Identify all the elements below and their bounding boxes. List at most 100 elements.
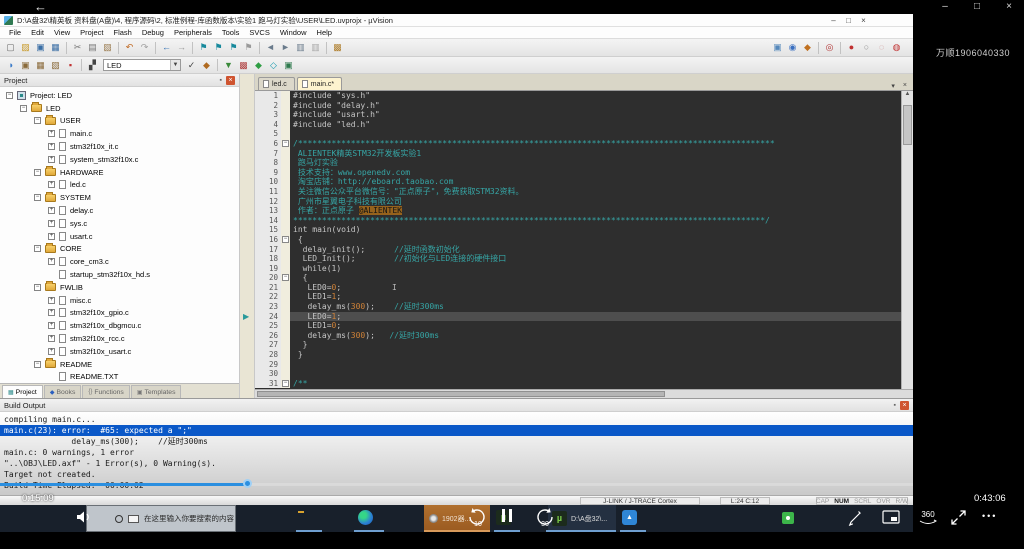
fold-collapse-icon[interactable]: − — [282, 236, 289, 243]
tree-item-startup-stm32f10x-hd-s[interactable]: startup_stm32f10x_hd.s — [0, 268, 239, 281]
build-log-line[interactable]: compiling main.c... — [0, 414, 913, 425]
code-line-18[interactable]: 18 LED_Init(); //初始化与LED连接的硬件接口 — [255, 254, 913, 264]
build-error-line[interactable]: main.c(23): error: #65: expected a ";" — [0, 425, 913, 436]
tree-expander-icon[interactable]: + — [48, 348, 55, 355]
menu-flash[interactable]: Flash — [109, 27, 137, 39]
volume-icon[interactable] — [76, 510, 92, 529]
tree-expander-icon[interactable]: − — [34, 284, 41, 291]
tab-list-dropdown-icon[interactable]: ▾ — [891, 82, 895, 90]
panel-tab-functions[interactable]: {}Functions — [82, 385, 129, 398]
tree-expander-icon[interactable]: − — [34, 117, 41, 124]
tree-item-misc-c[interactable]: +misc.c — [0, 294, 239, 307]
tree-item-led[interactable]: −LED — [0, 102, 239, 115]
bookmark-prev-icon[interactable]: ⚑ — [212, 41, 225, 54]
breakpoint-kill-all-icon[interactable]: ◍ — [890, 41, 903, 54]
uvision-minimize-icon[interactable]: – — [826, 14, 841, 27]
progress-handle[interactable] — [243, 479, 252, 488]
menu-help[interactable]: Help — [312, 27, 337, 39]
fullscreen-icon[interactable] — [950, 509, 967, 531]
menu-window[interactable]: Window — [275, 27, 312, 39]
binoculars-icon[interactable]: ▞ — [86, 59, 99, 72]
tree-item-led-c[interactable]: +led.c — [0, 179, 239, 192]
flash-erase-icon[interactable]: ▩ — [237, 59, 250, 72]
tree-item-user[interactable]: −USER — [0, 115, 239, 128]
menu-view[interactable]: View — [49, 27, 75, 39]
build-log-line[interactable]: Target not created. — [0, 469, 913, 480]
tab-close-icon[interactable]: × — [903, 82, 907, 90]
copy-icon[interactable]: ▤ — [86, 41, 99, 54]
code-line-9[interactable]: 9 技术支持：www.openedv.com — [255, 168, 913, 178]
tree-item-sys-c[interactable]: +sys.c — [0, 217, 239, 230]
tree-expander-icon[interactable]: + — [48, 156, 55, 163]
comment-selection-icon[interactable]: ▥ — [294, 41, 307, 54]
panel-tab-project[interactable]: ▦Project — [2, 385, 43, 398]
tree-expander-icon[interactable]: − — [34, 169, 41, 176]
code-line-21[interactable]: 21 LED0=0;I — [255, 283, 913, 293]
manage-rte-icon[interactable]: ◆ — [252, 59, 265, 72]
tree-item-core-cm3-c[interactable]: +core_cm3.c — [0, 255, 239, 268]
maximize-icon[interactable]: □ — [970, 0, 984, 14]
menu-tools[interactable]: Tools — [217, 27, 245, 39]
tree-expander-icon[interactable]: + — [48, 309, 55, 316]
code-line-11[interactable]: 11 关注微信公众平台微信号："正点原子"，免费获取STM32资料。 — [255, 187, 913, 197]
tree-item-system-stm32f10x-c[interactable]: +system_stm32f10x.c — [0, 153, 239, 166]
code-line-22[interactable]: 22 LED1=1; — [255, 292, 913, 302]
tree-expander-icon[interactable]: + — [48, 143, 55, 150]
save-all-icon[interactable]: ▦ — [49, 41, 62, 54]
splitter-collapse-icon[interactable]: ▶ — [243, 312, 249, 321]
tree-expander-icon[interactable]: + — [48, 322, 55, 329]
breakpoint-insert-icon[interactable]: ● — [845, 41, 858, 54]
fold-collapse-icon[interactable]: − — [282, 274, 289, 281]
code-line-23[interactable]: 23 delay_ms(300); //延时300ms — [255, 302, 913, 312]
rotate-360-icon[interactable]: 360 — [916, 508, 940, 531]
tree-item-project-led[interactable]: −Project: LED — [0, 89, 239, 102]
bookmark-clear-all-icon[interactable]: ⚑ — [242, 41, 255, 54]
indent-right-icon[interactable]: ► — [279, 41, 292, 54]
panel-splitter[interactable]: ▶ — [240, 74, 255, 398]
code-line-14[interactable]: 14**************************************… — [255, 216, 913, 226]
tree-item-stm32f10x-it-c[interactable]: +stm32f10x_it.c — [0, 140, 239, 153]
bookmark-next-icon[interactable]: ⚑ — [227, 41, 240, 54]
stop-build-icon[interactable]: ▪ — [64, 59, 77, 72]
code-line-12[interactable]: 12 广州市星翼电子科技有限公司 — [255, 197, 913, 207]
tree-item-stm32f10x-usart-c[interactable]: +stm32f10x_usart.c — [0, 345, 239, 358]
scrollbar-thumb[interactable] — [257, 391, 665, 397]
pin-icon[interactable]: ▪ — [894, 402, 896, 409]
code-line-8[interactable]: 8 跑马灯实验 — [255, 158, 913, 168]
tree-item-hardware[interactable]: −HARDWARE — [0, 166, 239, 179]
tray-icon[interactable] — [782, 512, 794, 524]
chevron-down-icon[interactable]: ▼ — [170, 60, 180, 70]
code-line-24[interactable]: 24 LED0=1; — [255, 312, 913, 322]
more-options-icon[interactable]: ••• — [982, 508, 997, 524]
breakpoint-disable-icon[interactable]: ○ — [860, 41, 873, 54]
tree-expander-icon[interactable]: + — [48, 297, 55, 304]
pack-installer-icon[interactable]: ▣ — [282, 59, 295, 72]
tree-item-system[interactable]: −SYSTEM — [0, 191, 239, 204]
blue-app-icon[interactable]: ▲ — [622, 510, 637, 525]
batch-build-icon[interactable]: ▧ — [49, 59, 62, 72]
panel-tab-books[interactable]: ◆Books — [44, 385, 82, 398]
navigate-back-icon[interactable]: ← — [160, 41, 173, 54]
editor-tab-led.c[interactable]: led.c — [258, 77, 295, 90]
code-line-30[interactable]: 30 — [255, 369, 913, 379]
build-log-line[interactable]: delay_ms(300); //延时300ms — [0, 436, 913, 447]
menu-peripherals[interactable]: Peripherals — [169, 27, 217, 39]
fold-collapse-icon[interactable]: − — [282, 140, 289, 147]
tree-expander-icon[interactable]: + — [48, 207, 55, 214]
code-line-27[interactable]: 27 } — [255, 340, 913, 350]
tree-item-core[interactable]: −CORE — [0, 243, 239, 256]
uvision-close-icon[interactable]: × — [856, 14, 871, 27]
panel-tab-templates[interactable]: ▣Templates — [131, 385, 182, 398]
uncomment-selection-icon[interactable]: ▥ — [309, 41, 322, 54]
tree-expander-icon[interactable]: + — [48, 220, 55, 227]
skip-back-10-button[interactable]: 10 — [466, 506, 488, 533]
indent-left-icon[interactable]: ◄ — [264, 41, 277, 54]
skip-forward-30-button[interactable]: 30 — [534, 506, 556, 533]
picture-in-picture-icon[interactable] — [882, 510, 900, 529]
editor-vertical-scrollbar[interactable]: ▲ — [901, 91, 913, 389]
player-back-icon[interactable]: ← — [34, 0, 47, 14]
tree-expander-icon[interactable]: − — [34, 194, 41, 201]
tree-expander-icon[interactable]: + — [48, 130, 55, 137]
tree-expander-icon[interactable]: + — [48, 181, 55, 188]
find-in-files-icon[interactable]: ▩ — [331, 41, 344, 54]
